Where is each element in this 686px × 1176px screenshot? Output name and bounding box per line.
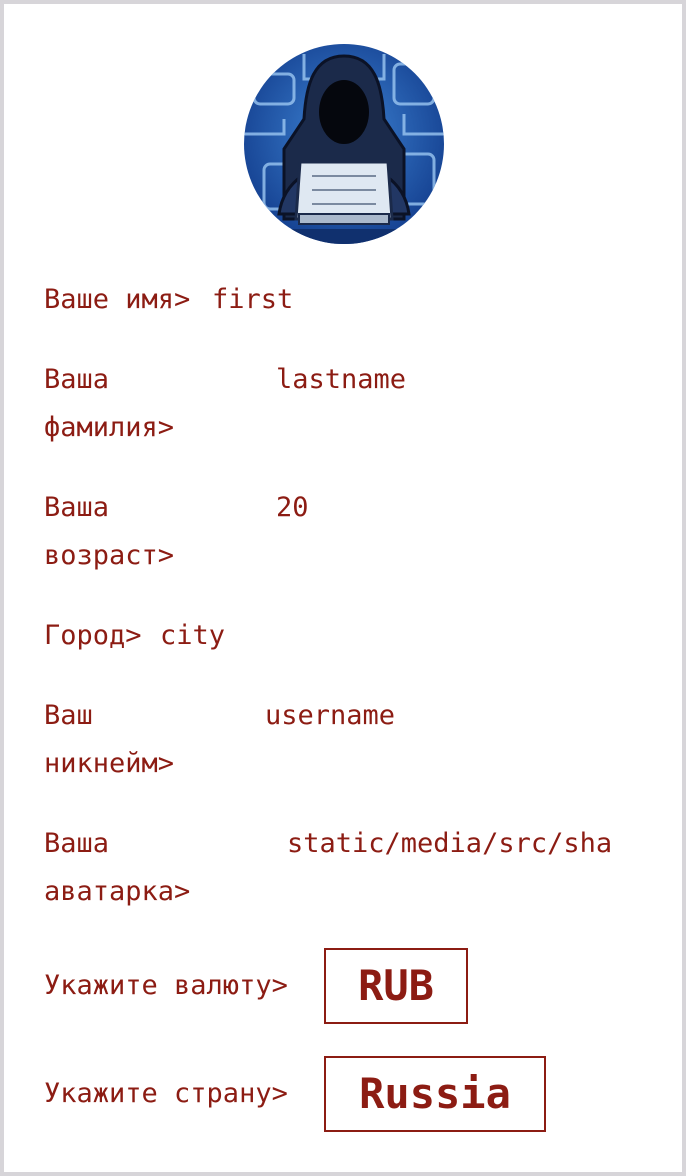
username-row: Ваш никнейм> username	[44, 692, 644, 788]
avatar-path-row: Ваша аватарка> static/media/src/sha	[44, 820, 644, 916]
last-name-label-line2: фамилия>	[44, 412, 175, 443]
city-value: city	[160, 620, 226, 651]
city-label: Город>	[44, 620, 142, 651]
avatar-path-label-line1: Ваша	[44, 828, 110, 859]
last-name-row: Ваша фамилия> lastname	[44, 356, 644, 452]
country-label: Укажите страну>	[44, 1078, 288, 1109]
city-row: Город> city	[44, 612, 644, 660]
age-label-line2: возраст>	[44, 540, 175, 571]
age-row: Ваша возраст> 20	[44, 484, 644, 580]
hacker-avatar-icon	[244, 44, 444, 244]
currency-label: Укажите валюту>	[44, 970, 288, 1001]
last-name-value: lastname	[276, 364, 407, 395]
currency-button[interactable]: RUB	[324, 948, 468, 1024]
username-label-line2: никнейм>	[44, 748, 175, 779]
profile-card: Ваше имя> first Ваша фамилия> lastname В…	[4, 4, 682, 1172]
first-name-row: Ваше имя> first	[44, 276, 644, 324]
avatar-path-label-line2: аватарка>	[44, 876, 191, 907]
first-name-value: first	[212, 284, 294, 315]
age-value: 20	[276, 492, 309, 523]
username-label-line1: Ваш	[44, 700, 93, 731]
username-value: username	[265, 700, 396, 731]
age-label-line1: Ваша	[44, 492, 110, 523]
last-name-label-line1: Ваша	[44, 364, 110, 395]
first-name-label: Ваше имя>	[44, 284, 191, 315]
country-button[interactable]: Russia	[324, 1056, 546, 1132]
avatar-path-value: static/media/src/sha	[287, 828, 613, 859]
